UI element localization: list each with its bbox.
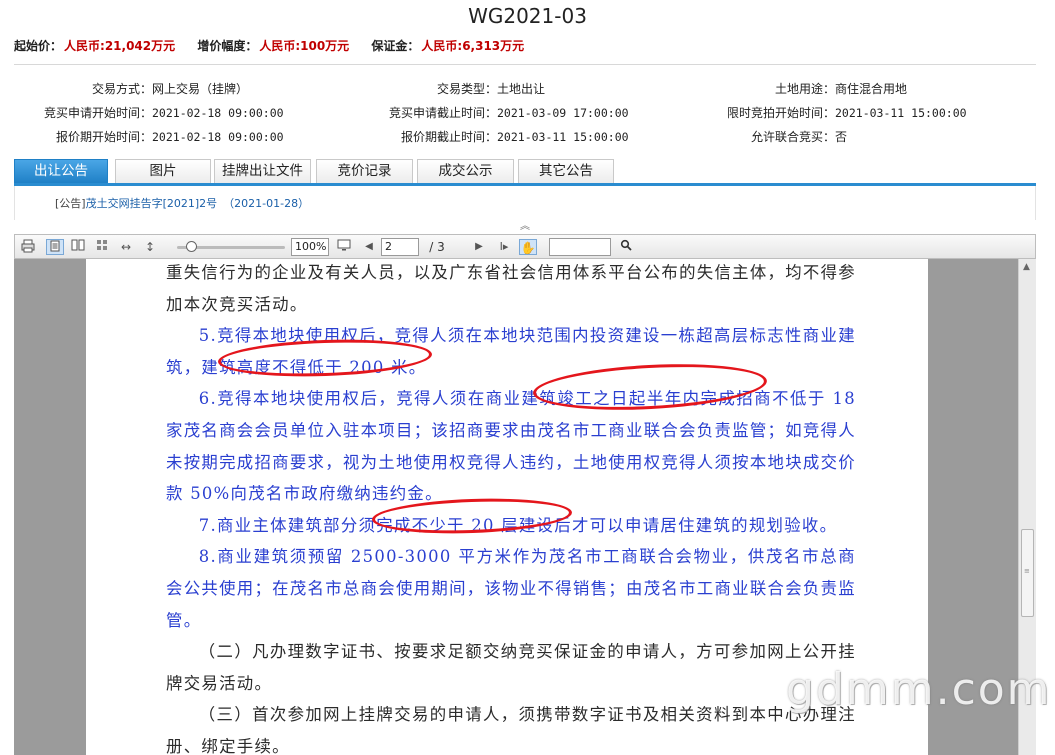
- price-step-value: 人民币:100万元: [259, 39, 350, 53]
- double-chevron-up-icon[interactable]: ︽: [520, 221, 530, 232]
- tab-other-notices[interactable]: 其它公告: [518, 159, 614, 183]
- auction-start-value: 2021-03-11 15:00:00: [835, 106, 967, 120]
- quote-end-value: 2021-03-11 15:00:00: [497, 130, 629, 144]
- announcement-item[interactable]: [公告]茂土交网挂告字[2021]2号 （2021-01-28）: [55, 195, 309, 211]
- pdf-toolbar: ↔ ↕ 100% ◀ 2 / 3 ▶ I▸ ✋: [14, 234, 1036, 259]
- auction-start: 限时竞拍开始时间：2021-03-11 15:00:00: [719, 104, 967, 121]
- announcement-link[interactable]: 茂土交网挂告字[2021]2号: [86, 197, 218, 210]
- scrollbar-thumb[interactable]: ≡: [1021, 529, 1034, 617]
- page-number-input[interactable]: 2: [381, 238, 419, 256]
- paragraph-section-2: （二）凡办理数字证书、按要求足额交纳竞买保证金的申请人，方可参加网上公开挂牌交易…: [166, 642, 856, 693]
- trade-mode: 交易方式：网上交易（挂牌）: [40, 80, 248, 97]
- trade-mode-label: 交易方式：: [91, 82, 152, 96]
- joint-bid-value: 否: [835, 130, 848, 144]
- price-summary: 起始价： 人民币:21,042万元 增价幅度： 人民币:100万元 保证金： 人民币:…: [14, 37, 542, 54]
- apply-start-label: 竞买申请开始时间：: [43, 106, 152, 120]
- search-icon[interactable]: [617, 239, 635, 255]
- apply-end-label: 竞买申请截止时间：: [388, 106, 497, 120]
- previous-page-icon[interactable]: ◀: [363, 239, 375, 255]
- watermark: gdmm.com: [786, 664, 1052, 715]
- land-use-label: 土地用途：: [774, 82, 835, 96]
- quote-start-label: 报价期开始时间：: [55, 130, 152, 144]
- two-page-icon[interactable]: [69, 239, 87, 255]
- fit-width-icon[interactable]: ↔: [117, 239, 135, 255]
- announcement-tag: [公告]: [55, 197, 86, 210]
- zoom-input[interactable]: 100%: [291, 238, 329, 256]
- joint-bid-label: 允许联合竞买：: [750, 130, 835, 144]
- paragraph-item-8: 8.商业建筑须预留 2500-3000 平方米作为茂名市工商联合会物业，供茂名市…: [166, 547, 856, 630]
- trade-mode-value: 网上交易（挂牌）: [152, 82, 249, 96]
- apply-start-value: 2021-02-18 09:00:00: [152, 106, 284, 120]
- paragraph-dishonest-entities: 重失信行为的企业及有关人员，以及广东省社会信用体系平台公布的失信主体，均不得参加…: [166, 263, 856, 314]
- tab-bid-records[interactable]: 竞价记录: [316, 159, 413, 183]
- zoom-slider-handle[interactable]: [186, 241, 197, 252]
- announcement-list: [公告]茂土交网挂告字[2021]2号 （2021-01-28）: [14, 186, 1036, 220]
- trade-type: 交易类型：土地出让: [381, 80, 545, 97]
- next-page-icon[interactable]: ▶: [473, 239, 485, 255]
- trade-type-label: 交易类型：: [436, 82, 497, 96]
- quote-end-label: 报价期截止时间：: [400, 130, 497, 144]
- deposit-value: 人民币:6,313万元: [421, 39, 525, 53]
- collapse-toggle[interactable]: ︽: [14, 220, 1036, 234]
- grip-icon: ≡: [1024, 567, 1030, 575]
- page-title: WG2021-03: [468, 4, 587, 28]
- quote-start-value: 2021-02-18 09:00:00: [152, 130, 284, 144]
- quote-end: 报价期截止时间：2021-03-11 15:00:00: [381, 128, 629, 145]
- start-price-label: 起始价：: [14, 39, 63, 53]
- paragraph-section-3: （三）首次参加网上挂牌交易的申请人，须携带数字证书及相关资料到本中心办理注册、绑…: [166, 705, 856, 755]
- tab-announcement[interactable]: 出让公告: [14, 159, 108, 183]
- divider: [14, 64, 1036, 65]
- fullscreen-icon[interactable]: [335, 239, 353, 255]
- apply-end: 竞买申请截止时间：2021-03-09 17:00:00: [381, 104, 629, 121]
- paragraph-item-6: 6.竞得本地块使用权后，竞得人须在商业建筑竣工之日起半年内完成招商不低于 18 …: [166, 389, 856, 504]
- hand-tool-icon[interactable]: ✋: [519, 239, 537, 255]
- price-step-label: 增价幅度：: [197, 39, 258, 53]
- announcement-date: （2021-01-28）: [223, 197, 310, 210]
- deposit-label: 保证金：: [371, 39, 420, 53]
- tab-listing-documents[interactable]: 挂牌出让文件: [214, 159, 311, 183]
- quote-start: 报价期开始时间：2021-02-18 09:00:00: [40, 128, 284, 145]
- fit-height-icon[interactable]: ↕: [141, 239, 159, 255]
- auction-start-label: 限时竞拍开始时间：: [726, 106, 835, 120]
- tab-bar: 出让公告 图片 挂牌出让文件 竞价记录 成交公示 其它公告: [14, 159, 1036, 186]
- text-select-icon[interactable]: I▸: [495, 239, 513, 255]
- tab-images[interactable]: 图片: [115, 159, 211, 183]
- joint-bid: 允许联合竞买：否: [719, 128, 847, 145]
- trade-type-value: 土地出让: [497, 82, 546, 96]
- single-page-icon[interactable]: [46, 239, 64, 255]
- land-use: 土地用途：商住混合用地: [719, 80, 907, 97]
- tab-transaction-notice[interactable]: 成交公示: [417, 159, 514, 183]
- start-price-value: 人民币:21,042万元: [64, 39, 176, 53]
- apply-start: 竞买申请开始时间：2021-02-18 09:00:00: [40, 104, 284, 121]
- scroll-up-icon[interactable]: ▲: [1023, 262, 1030, 272]
- page-total: / 3: [429, 240, 445, 254]
- apply-end-value: 2021-03-09 17:00:00: [497, 106, 629, 120]
- search-input[interactable]: [549, 238, 611, 256]
- print-icon[interactable]: [19, 239, 37, 255]
- grid-view-icon[interactable]: [93, 239, 111, 255]
- land-use-value: 商住混合用地: [835, 82, 908, 96]
